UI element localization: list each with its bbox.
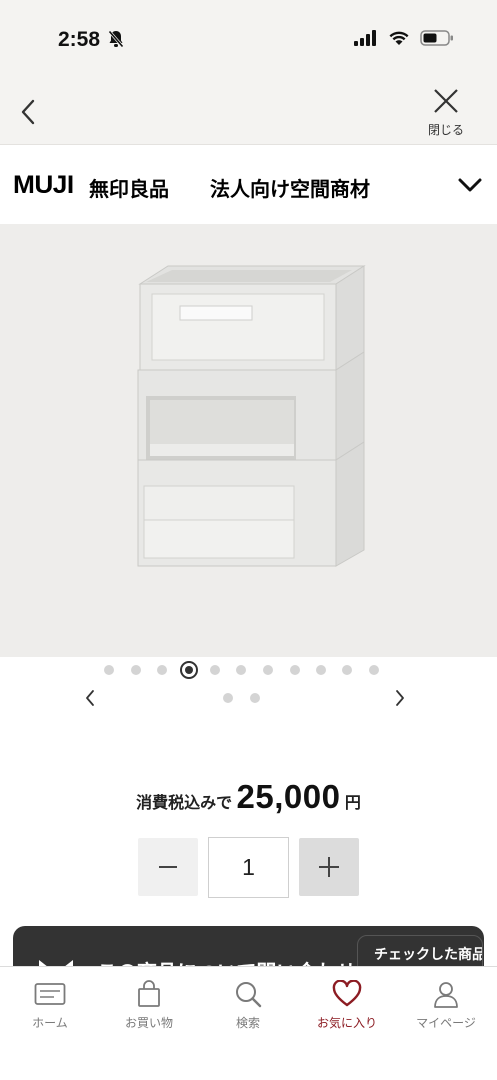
carousel-dot[interactable] xyxy=(290,665,300,675)
carousel-dot[interactable] xyxy=(157,665,167,675)
carousel-dots xyxy=(0,660,497,703)
chevron-left-icon xyxy=(86,690,94,706)
chevron-down-icon xyxy=(458,178,482,192)
signal-icon xyxy=(354,30,378,51)
muted-bell-icon xyxy=(107,30,125,53)
tab-home[interactable]: ホーム xyxy=(10,979,90,1031)
carousel-dot[interactable] xyxy=(369,665,379,675)
tab-label: お買い物 xyxy=(124,1016,173,1030)
carousel-dot-active[interactable] xyxy=(180,661,198,679)
checked-items-label: チェックした商品を見る xyxy=(374,947,483,963)
search-icon xyxy=(208,979,288,1009)
quantity-increase-button[interactable] xyxy=(299,838,359,896)
quantity-decrease-button[interactable] xyxy=(138,838,198,896)
carousel-dot[interactable] xyxy=(131,665,141,675)
brand-bar: MUJI 無印良品 法人向け空間商材 xyxy=(0,144,497,224)
carousel-next-button[interactable] xyxy=(388,684,412,712)
tab-label: 検索 xyxy=(235,1016,260,1030)
back-button[interactable] xyxy=(12,94,44,130)
card-icon xyxy=(10,979,90,1009)
tab-search[interactable]: 検索 xyxy=(208,979,288,1031)
nav-bar: 閉じる xyxy=(0,80,497,144)
tab-label: お気に入り xyxy=(316,1016,377,1030)
carousel-dot[interactable] xyxy=(263,665,273,675)
chevron-left-icon xyxy=(21,99,35,125)
muji-kanji-logo: 無印良品 xyxy=(89,177,169,201)
carousel-dot[interactable] xyxy=(210,665,220,675)
close-label: 閉じる xyxy=(427,123,464,137)
price-unit: 円 xyxy=(344,793,361,812)
carousel-dot[interactable] xyxy=(104,665,114,675)
carousel-dot[interactable] xyxy=(236,665,246,675)
price-label: 消費税込みで xyxy=(136,793,233,812)
brand-subtitle: 法人向け空間商材 xyxy=(210,177,370,201)
tab-label: マイページ xyxy=(416,1016,476,1030)
carousel-dot[interactable] xyxy=(223,693,233,703)
heart-icon xyxy=(307,979,387,1009)
quantity-input[interactable]: 1 xyxy=(208,837,289,898)
tab-bar: ホーム お買い物 検索 お気に入り マイページ xyxy=(0,966,497,1080)
muji-logo[interactable]: MUJI xyxy=(13,171,74,200)
product-image[interactable] xyxy=(0,224,497,657)
plus-icon xyxy=(319,857,339,877)
tab-favorites[interactable]: お気に入り xyxy=(307,979,387,1031)
status-time: 2:58 xyxy=(58,28,101,51)
wifi-icon xyxy=(388,30,410,51)
person-icon xyxy=(406,979,486,1009)
minus-icon xyxy=(159,866,177,868)
storage-box-illustration xyxy=(137,265,366,567)
brand-menu-toggle[interactable] xyxy=(454,171,486,199)
shopping-bag-icon xyxy=(109,979,189,1009)
status-indicators xyxy=(354,30,454,51)
chevron-right-icon xyxy=(396,690,404,706)
tab-label: ホーム xyxy=(32,1016,68,1030)
carousel-dot[interactable] xyxy=(342,665,352,675)
battery-icon xyxy=(420,30,454,51)
close-icon xyxy=(434,89,458,113)
tab-shopping[interactable]: お買い物 xyxy=(109,979,189,1031)
price-value: 25,000 xyxy=(236,778,341,815)
price: 消費税込みで 25,000 円 xyxy=(0,778,497,816)
carousel-dot[interactable] xyxy=(250,693,260,703)
status-bar: 2:58 xyxy=(0,0,497,80)
close-button[interactable]: 閉じる xyxy=(416,88,476,140)
carousel-dot[interactable] xyxy=(316,665,326,675)
tab-mypage[interactable]: マイページ xyxy=(406,979,486,1031)
carousel-prev-button[interactable] xyxy=(78,684,102,712)
